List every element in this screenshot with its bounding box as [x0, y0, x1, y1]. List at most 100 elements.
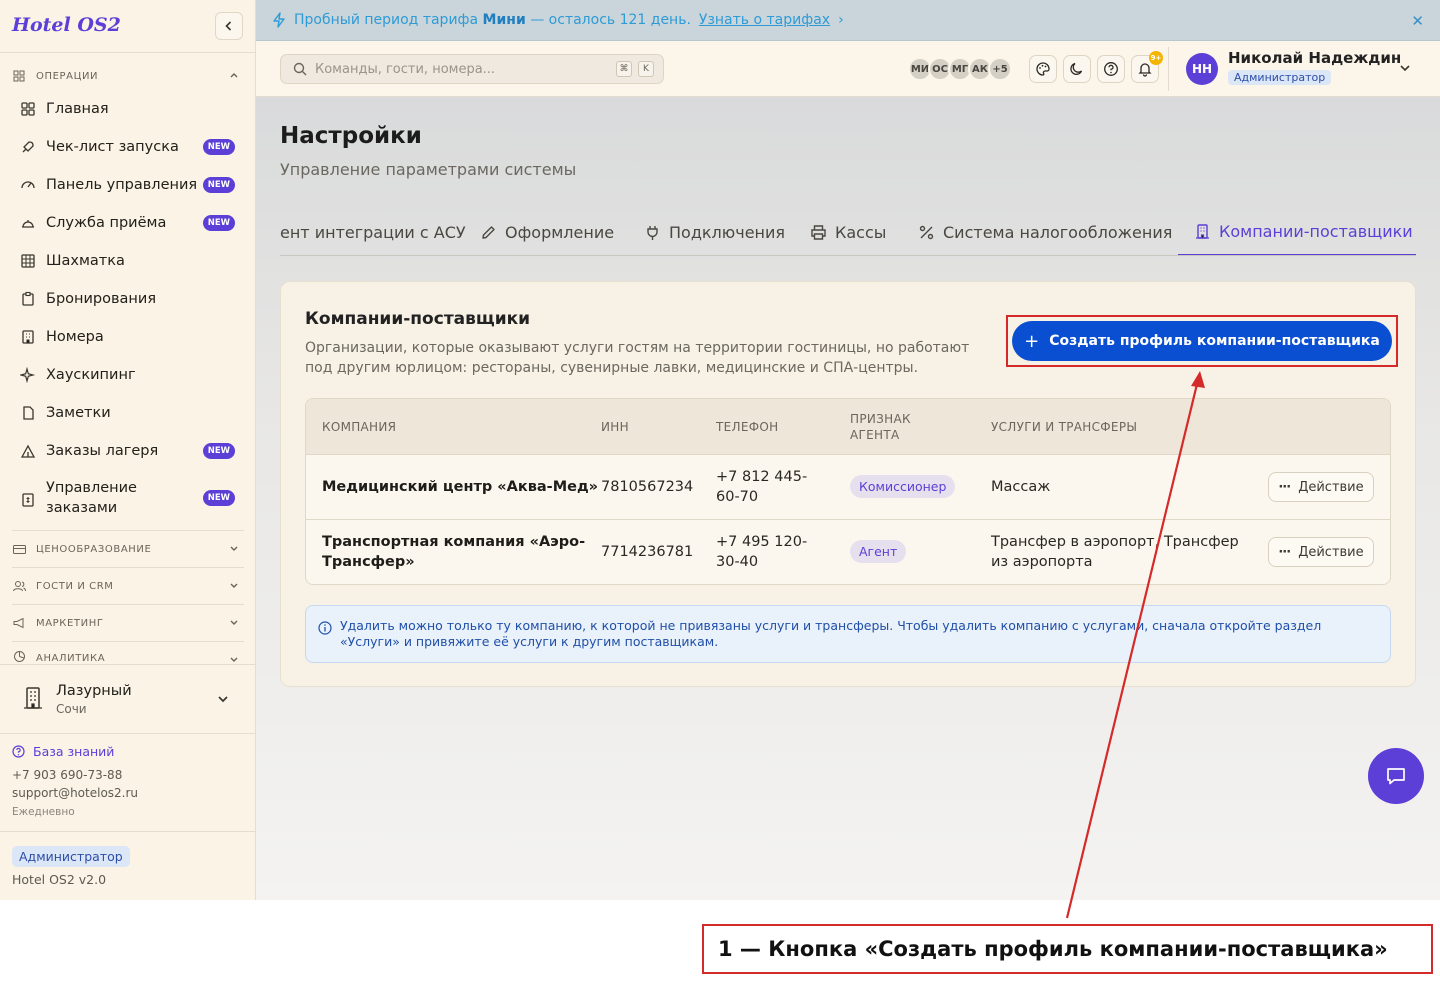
table-header: КОМПАНИЯ ИНН ТЕЛЕФОН ПРИЗНАК АГЕНТА УСЛУГ…	[306, 399, 1390, 455]
support-schedule: Ежедневно	[12, 806, 75, 818]
company-inn: 7810567234	[601, 479, 694, 495]
bell-desk-icon	[18, 213, 38, 233]
tab-appearance[interactable]: Оформление	[480, 209, 614, 255]
company-phone: +7 812 445- 60-70	[716, 469, 808, 505]
sidebar-item-bookings[interactable]: Бронирования	[12, 288, 244, 310]
section-guests-crm[interactable]: ГОСТИ И CRM	[12, 576, 244, 596]
chevron-down-icon	[218, 696, 228, 703]
moon-icon	[1070, 62, 1083, 75]
column-header-phone: ТЕЛЕФОН	[716, 420, 779, 434]
search-icon	[293, 62, 307, 76]
section-pricing[interactable]: ЦЕНООБРАЗОВАНИЕ	[12, 539, 244, 559]
divider	[0, 52, 256, 53]
sidebar-item-label: Заказы лагеря	[46, 443, 159, 459]
kbd-k: K	[638, 61, 654, 77]
table-row[interactable]: Медицинский центр «Аква-Мед» 7810567234 …	[306, 455, 1390, 520]
chevron-down-icon	[230, 657, 238, 662]
sidebar-item-home[interactable]: Главная	[12, 98, 244, 120]
new-badge: NEW	[202, 139, 235, 155]
dark-mode-button[interactable]	[1063, 55, 1091, 83]
section-marketing[interactable]: МАРКЕТИНГ	[12, 613, 244, 633]
page-title: Настройки	[280, 123, 422, 149]
sidebar-item-notes[interactable]: Заметки	[12, 402, 244, 424]
chevron-left-icon	[225, 21, 232, 31]
sidebar-item-label: Хаускипинг	[46, 367, 136, 383]
company-name: Транспортная компания «Аэро- Трансфер»	[322, 534, 586, 570]
sidebar-item-housekeeping[interactable]: Хаускипинг	[12, 364, 244, 386]
column-header-inn: ИНН	[601, 420, 629, 434]
percent-icon	[918, 224, 935, 241]
sidebar-item-label: Служба приёма	[46, 215, 167, 231]
divider	[12, 641, 244, 642]
app-window: Hotel OS2 ОПЕРАЦИИ Главная Чек-лист запу…	[0, 0, 1440, 900]
column-header-company: КОМПАНИЯ	[322, 420, 397, 434]
column-header-services: УСЛУГИ И ТРАНСФЕРЫ	[991, 420, 1138, 434]
info-notice: Удалить можно только ту компанию, к кото…	[305, 605, 1391, 663]
row-action-button[interactable]: ··· Действие	[1268, 472, 1374, 502]
table-row[interactable]: Транспортная компания «Аэро- Трансфер» 77…	[306, 520, 1390, 584]
table-icon	[18, 251, 38, 271]
sidebar-item-label: Главная	[46, 101, 109, 117]
sidebar-item-label: Шахматка	[46, 253, 125, 269]
sidebar-item-order-management[interactable]: Управление заказами NEW	[12, 478, 244, 520]
info-icon	[318, 621, 332, 635]
more-horizontal-icon: ···	[1278, 544, 1291, 560]
new-badge: NEW	[202, 443, 235, 459]
layout-icon	[12, 70, 26, 82]
note-icon	[18, 403, 38, 423]
tab-supplier-companies[interactable]: Компании-поставщики	[1178, 209, 1416, 255]
tab-asu-integration[interactable]: ент интеграции с АСУ	[280, 209, 466, 255]
sidebar-item-dashboard[interactable]: Панель управления NEW	[12, 174, 244, 196]
sidebar-item-label: Бронирования	[46, 291, 157, 307]
company-phone: +7 495 120- 30-40	[716, 534, 808, 570]
support-email[interactable]: support@hotelos2.ru	[12, 786, 138, 800]
users-icon	[12, 580, 26, 592]
chat-button[interactable]	[1368, 748, 1424, 804]
help-button[interactable]	[1097, 55, 1125, 83]
section-operations[interactable]: ОПЕРАЦИИ	[12, 66, 244, 86]
search-input[interactable]: Команды, гости, номера... ⌘ K	[280, 54, 664, 84]
gauge-icon	[18, 175, 38, 195]
chevron-down-icon	[230, 583, 238, 588]
hotel-switcher[interactable]: Лазурный Сочи	[0, 666, 256, 732]
close-icon[interactable]: ✕	[1411, 12, 1424, 30]
divider	[12, 530, 244, 531]
sidebar-item-rooms[interactable]: Номера	[12, 326, 244, 348]
company-services: Массаж	[991, 479, 1051, 495]
hotel-city: Сочи	[56, 702, 87, 716]
chevron-down-icon[interactable]	[1398, 61, 1412, 75]
section-label: ОПЕРАЦИИ	[36, 70, 99, 82]
user-role-badge: Администратор	[1228, 70, 1332, 85]
notification-count: 9+	[1149, 51, 1163, 65]
section-analytics[interactable]: АНАЛИТИКА	[12, 650, 244, 664]
knowledge-base-link[interactable]: База знаний	[12, 744, 114, 759]
theme-palette-button[interactable]	[1029, 55, 1057, 83]
tab-tax-system[interactable]: Система налогообложения	[918, 209, 1172, 255]
pricing-link[interactable]: Узнать о тарифах	[699, 12, 830, 28]
divider	[0, 733, 256, 734]
sidebar-item-front-desk[interactable]: Служба приёма NEW	[12, 212, 244, 234]
notifications-button[interactable]: 9+	[1131, 51, 1163, 83]
tab-connections[interactable]: Подключения	[644, 209, 785, 255]
user-avatar[interactable]: НН	[1186, 53, 1218, 85]
sidebar-item-chessboard[interactable]: Шахматка	[12, 250, 244, 272]
user-name[interactable]: Николай Надеждин	[1228, 49, 1401, 67]
row-action-button[interactable]: ··· Действие	[1268, 537, 1374, 567]
support-phone[interactable]: +7 903 690-73-88	[12, 768, 122, 782]
tab-cash-registers[interactable]: Кассы	[810, 209, 886, 255]
sidebar-item-camp-orders[interactable]: Заказы лагеря NEW	[12, 440, 244, 462]
hotel-name: Лазурный	[56, 683, 132, 699]
search-placeholder: Команды, гости, номера...	[315, 61, 496, 77]
sidebar-collapse-button[interactable]	[215, 12, 243, 40]
building-icon	[24, 687, 42, 709]
grid-icon	[18, 99, 38, 119]
sidebar-item-launch-checklist[interactable]: Чек-лист запуска NEW	[12, 136, 244, 158]
section-label: АНАЛИТИКА	[36, 653, 106, 664]
app-logo[interactable]: Hotel OS2	[12, 14, 121, 36]
divider	[0, 831, 256, 832]
kbd-cmd: ⌘	[616, 61, 632, 77]
chevron-up-icon	[230, 73, 238, 78]
chevron-right-icon: ›	[838, 12, 844, 28]
sidebar-item-label: Заметки	[46, 405, 111, 421]
palette-icon	[1036, 62, 1050, 76]
